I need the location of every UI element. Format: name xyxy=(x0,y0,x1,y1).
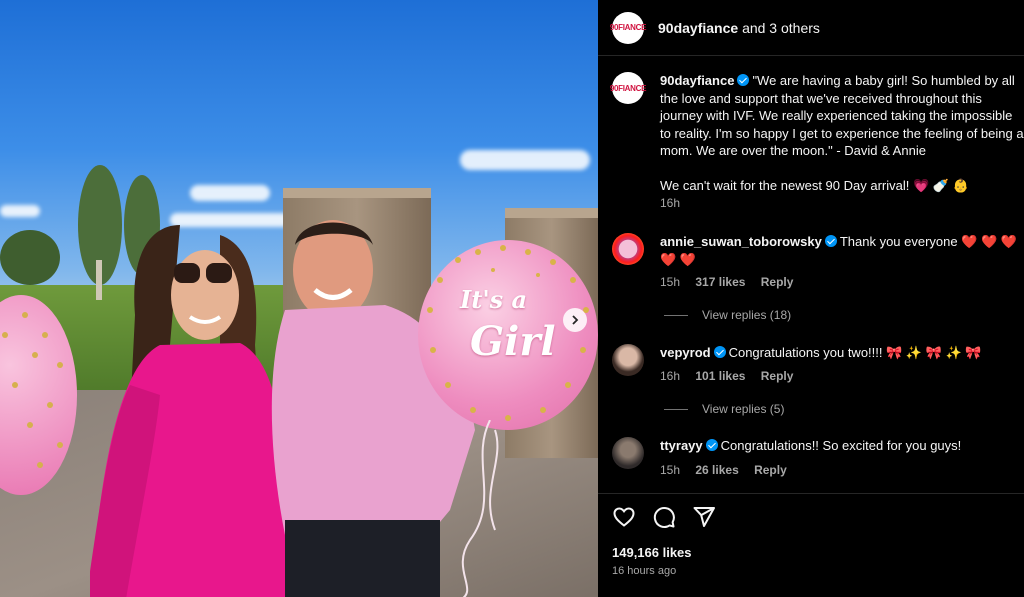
logo-text: 90FIANCE xyxy=(609,23,647,32)
header-username[interactable]: 90dayfiance xyxy=(658,20,738,36)
comment-likes[interactable]: 26 likes xyxy=(695,463,738,477)
reply-button[interactable]: Reply xyxy=(754,463,787,477)
divider-line xyxy=(664,408,688,410)
verified-badge-icon xyxy=(705,439,718,451)
comment-time: 15h xyxy=(660,275,681,289)
comment-meta: 15h 317 likes Reply xyxy=(660,275,805,289)
view-replies-button[interactable]: View replies (5) xyxy=(664,402,784,416)
comment-likes[interactable]: 317 likes xyxy=(695,275,745,289)
woman-figure xyxy=(86,225,290,597)
comment-content: vepyrod Congratulations you two!!!! 🎀 ✨ 🎀… xyxy=(660,344,1024,362)
comment-text: Congratulations you two!!!! 🎀 ✨ 🎀 ✨ 🎀 xyxy=(728,345,982,360)
reply-button[interactable]: Reply xyxy=(761,369,794,383)
comment-likes[interactable]: 101 likes xyxy=(695,369,745,383)
header-accounts: 90dayfiance and 3 others xyxy=(658,20,820,36)
account-avatar[interactable]: 90FIANCE xyxy=(609,11,647,44)
balloon-text-line2: Girl xyxy=(470,318,556,365)
comment-username[interactable]: vepyrod xyxy=(660,345,711,360)
panel-divider xyxy=(598,493,1024,494)
comment-username[interactable]: ttyrayy xyxy=(660,438,703,453)
comment-meta: 16h 101 likes Reply xyxy=(660,369,805,383)
divider-line xyxy=(664,314,688,316)
post-photo: It's a Girl xyxy=(0,0,598,597)
comment-avatar[interactable] xyxy=(612,344,644,376)
comment-time: 15h xyxy=(660,463,681,477)
balloon-its-a-girl: It's a Girl xyxy=(418,240,598,430)
logo-text: 90FIANCE xyxy=(609,83,647,93)
comment-username[interactable]: annie_suwan_toborowsky xyxy=(660,234,822,249)
cloud xyxy=(460,150,590,170)
next-photo-button[interactable] xyxy=(563,308,587,332)
post-timestamp[interactable]: 16 hours ago xyxy=(612,565,676,577)
post-actions xyxy=(612,505,716,529)
caption-time: 16h xyxy=(660,196,681,210)
comment-meta: 15h 26 likes Reply xyxy=(660,463,799,477)
comment-icon[interactable] xyxy=(652,505,676,529)
comment-time: 16h xyxy=(660,369,681,383)
comment-text: Congratulations!! So excited for you guy… xyxy=(720,438,962,453)
comment-avatar[interactable] xyxy=(612,233,644,265)
view-replies-label: View replies (5) xyxy=(702,402,785,416)
tree xyxy=(0,230,60,285)
cloud xyxy=(0,205,40,217)
cloud xyxy=(190,185,270,201)
caption-avatar[interactable]: 90FIANCE xyxy=(609,72,647,104)
comment-avatar[interactable] xyxy=(612,437,644,469)
balloon-text-line1: It's a xyxy=(460,285,528,314)
header-others[interactable]: and 3 others xyxy=(742,20,820,36)
heart-icon[interactable] xyxy=(612,505,636,529)
comment-content: ttyrayy Congratulations!! So excited for … xyxy=(660,437,1024,455)
caption-text: "We are having a baby girl! So humbled b… xyxy=(660,73,1024,193)
caption-content: 90dayfiance "We are having a baby girl! S… xyxy=(660,72,1024,195)
comment-content: annie_suwan_toborowsky Thank you everyone… xyxy=(660,233,1024,268)
caption-username[interactable]: 90dayfiance xyxy=(660,73,734,88)
view-replies-button[interactable]: View replies (18) xyxy=(664,308,791,322)
verified-badge-icon xyxy=(824,235,837,247)
comments-panel: 90FIANCE 90dayfiance and 3 others 90FIAN… xyxy=(598,0,1024,597)
like-count[interactable]: 149,166 likes xyxy=(612,545,692,560)
verified-badge-icon xyxy=(713,346,726,358)
reply-button[interactable]: Reply xyxy=(761,275,794,289)
verified-badge-icon xyxy=(737,74,750,86)
share-icon[interactable] xyxy=(692,505,716,529)
caption-meta: 16h xyxy=(660,196,692,210)
view-replies-label: View replies (18) xyxy=(702,308,792,322)
post-header: 90FIANCE 90dayfiance and 3 others xyxy=(598,0,1024,56)
balloon-strings xyxy=(461,420,499,597)
chevron-right-icon xyxy=(572,315,579,325)
